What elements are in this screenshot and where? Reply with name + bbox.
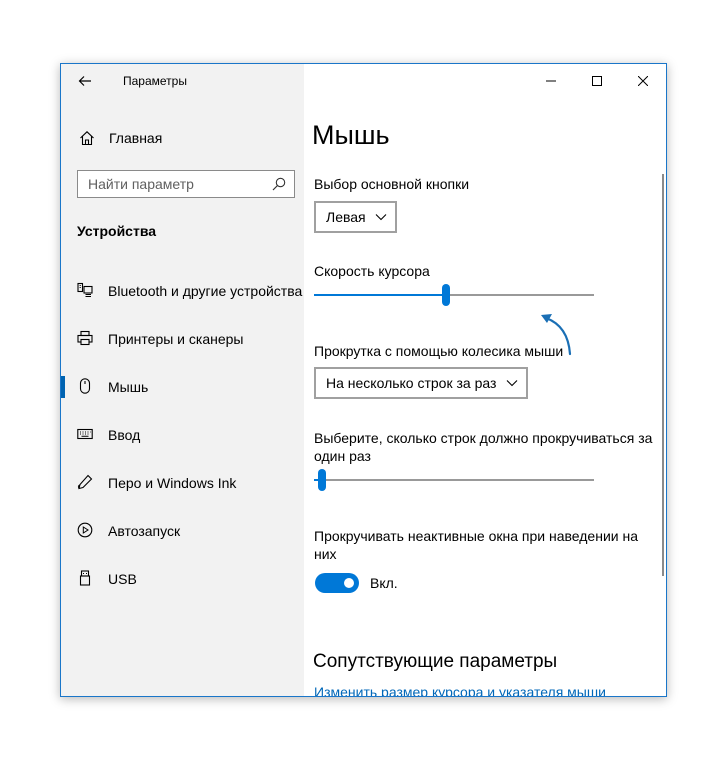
lines-to-scroll-label-line2: один раз bbox=[314, 448, 371, 464]
title-bar: Параметры bbox=[61, 64, 304, 98]
close-icon bbox=[638, 76, 648, 86]
slider-thumb[interactable] bbox=[318, 469, 327, 491]
back-arrow-icon bbox=[78, 76, 91, 86]
sidebar-item-home[interactable]: Главная bbox=[61, 122, 304, 154]
slider-thumb[interactable] bbox=[441, 284, 450, 306]
content-pane: Мышь Выбор основной кнопки Левая Скорост… bbox=[304, 64, 666, 696]
minimize-icon bbox=[546, 80, 556, 82]
related-settings-title: Сопутствующие параметры bbox=[313, 651, 558, 672]
autoplay-icon bbox=[77, 522, 93, 538]
sidebar-item-pen[interactable]: Перо и Windows Ink bbox=[61, 462, 304, 502]
primary-button-value: Левая bbox=[326, 209, 366, 225]
sidebar-item-bluetooth[interactable]: Bluetooth и другие устройства bbox=[61, 270, 304, 310]
selection-indicator bbox=[61, 376, 65, 398]
sidebar-item-autoplay[interactable]: Автозапуск bbox=[61, 510, 304, 550]
back-button[interactable] bbox=[73, 70, 97, 92]
lines-to-scroll-label-line1: Выберите, сколько строк должно прокручив… bbox=[314, 430, 653, 446]
primary-button-label: Выбор основной кнопки bbox=[314, 176, 470, 192]
section-header: Устройства bbox=[77, 223, 157, 239]
app-title: Параметры bbox=[123, 74, 187, 88]
scrollbar[interactable] bbox=[662, 174, 664, 576]
slider-track bbox=[314, 479, 594, 481]
inactive-scroll-toggle[interactable] bbox=[315, 573, 359, 593]
sidebar-item-input[interactable]: Ввод bbox=[61, 414, 304, 454]
sidebar-item-mouse[interactable]: Мышь bbox=[61, 366, 304, 406]
window-controls bbox=[528, 64, 666, 98]
sidebar-item-label: Bluetooth и другие устройства bbox=[108, 283, 303, 299]
slider-fill bbox=[314, 294, 446, 296]
maximize-button[interactable] bbox=[574, 64, 620, 98]
bluetooth-devices-icon bbox=[77, 282, 93, 297]
cursor-size-link[interactable]: Изменить размер курсора и указателя мыши bbox=[314, 684, 606, 696]
chevron-down-icon bbox=[375, 214, 387, 221]
pen-icon bbox=[77, 474, 93, 490]
printer-icon bbox=[77, 330, 93, 346]
search-icon[interactable] bbox=[272, 177, 286, 191]
lines-to-scroll-slider[interactable] bbox=[314, 468, 594, 492]
toggle-state-label: Вкл. bbox=[370, 575, 398, 591]
wheel-scroll-value: На несколько строк за раз bbox=[326, 375, 497, 391]
wheel-scroll-label: Прокрутка с помощью колесика мыши bbox=[314, 343, 564, 359]
cursor-speed-slider[interactable] bbox=[314, 283, 594, 307]
sidebar-item-label: USB bbox=[108, 571, 137, 587]
sidebar-item-label: Ввод bbox=[108, 427, 141, 443]
page-title: Мышь bbox=[312, 120, 390, 150]
cursor-speed-label: Скорость курсора bbox=[314, 263, 430, 279]
toggle-knob bbox=[344, 578, 354, 588]
home-icon bbox=[80, 131, 94, 146]
sidebar-item-usb[interactable]: USB bbox=[61, 558, 304, 598]
mouse-icon bbox=[79, 378, 91, 394]
usb-icon bbox=[79, 570, 91, 586]
sidebar-item-label: Мышь bbox=[108, 379, 149, 395]
maximize-icon bbox=[592, 76, 602, 86]
sidebar-item-label: Главная bbox=[109, 130, 163, 146]
chevron-down-icon bbox=[506, 380, 518, 387]
wheel-scroll-dropdown[interactable]: На несколько строк за раз bbox=[314, 367, 528, 399]
primary-button-dropdown[interactable]: Левая bbox=[314, 201, 397, 233]
sidebar-item-label: Перо и Windows Ink bbox=[108, 475, 237, 491]
sidebar-item-label: Принтеры и сканеры bbox=[108, 331, 244, 347]
inactive-scroll-label-line2: них bbox=[314, 546, 337, 562]
keyboard-icon bbox=[77, 428, 93, 440]
search-input[interactable] bbox=[78, 171, 274, 197]
close-button[interactable] bbox=[620, 64, 666, 98]
search-box bbox=[77, 170, 295, 198]
sidebar-item-label: Автозапуск bbox=[108, 523, 181, 539]
inactive-scroll-label-line1: Прокручивать неактивные окна при наведен… bbox=[314, 528, 638, 544]
sidebar-item-printers[interactable]: Принтеры и сканеры bbox=[61, 318, 304, 358]
sidebar: Параметры Главная Устройства Bluetooth bbox=[61, 64, 304, 696]
settings-window: Параметры Главная Устройства Bluetooth bbox=[60, 63, 667, 697]
minimize-button[interactable] bbox=[528, 64, 574, 98]
